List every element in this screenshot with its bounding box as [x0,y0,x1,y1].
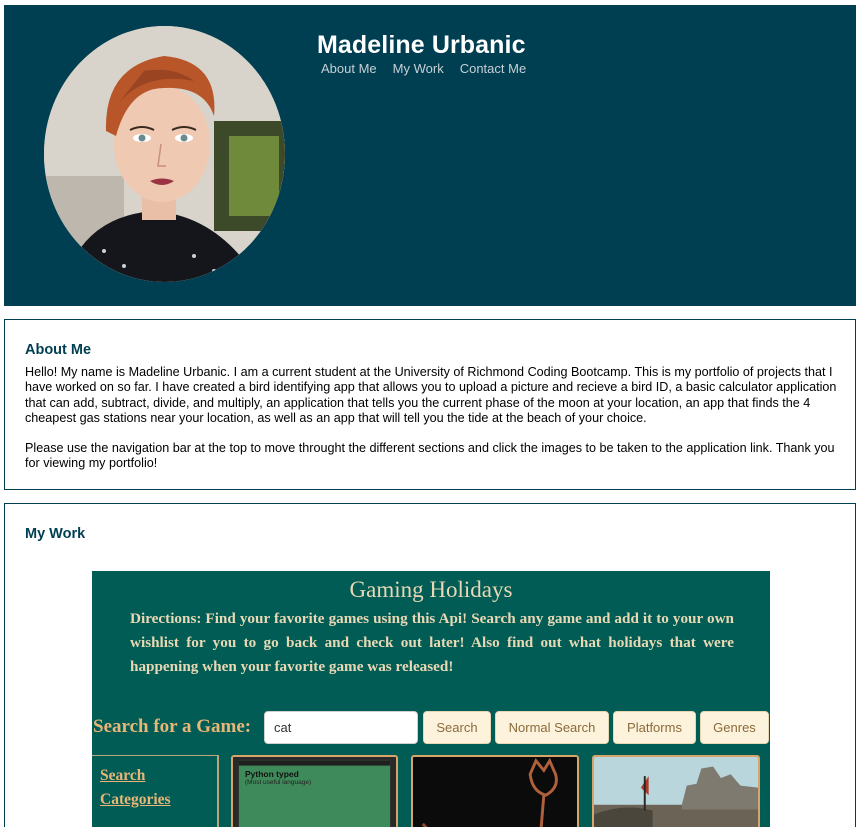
about-heading: About Me [25,342,92,358]
project-sidebar-link-categories: Categories [100,791,171,808]
about-paragraph-2: Please use the navigation bar at the top… [25,441,835,471]
project-sidebar: Search Categories [92,755,219,827]
game-card-1-subtitle: (Most useful language) [245,779,312,786]
work-heading: My Work [25,526,86,542]
project-search-row: Search for a Game: cat Search Normal Sea… [92,711,770,745]
profile-photo [44,26,285,282]
game-card-1-title: Python typed [245,769,299,779]
project-title: Gaming Holidays [349,577,513,602]
project-search-input: cat [264,711,418,744]
about-body: Hello! My name is Madeline Urbanic. I am… [25,365,837,472]
nav-link-my-work[interactable]: My Work [393,61,444,76]
project-genres-button: Genres [700,711,769,744]
project-search-button: Search [423,711,491,744]
about-paragraph-1: Hello! My name is Madeline Urbanic. I am… [25,365,837,425]
nav-link-about-me[interactable]: About Me [321,61,377,76]
project-game-card-1: Python typed (Most useful language) [231,755,398,827]
main-nav: About Me My Work Contact Me [321,61,526,76]
game-card-1-image [233,757,396,827]
project-game-card-2 [411,755,579,827]
profile-photo-image [44,26,285,282]
game-card-2-image [413,757,577,827]
project-directions: Directions: Find your favorite games usi… [130,610,734,675]
project-sidebar-link-search: Search [100,767,146,784]
project-normal-search-button: Normal Search [495,711,609,744]
site-title: Madeline Urbanic [317,31,526,59]
project-game-card-3 [592,755,760,827]
project-search-label: Search for a Game: [93,716,252,737]
game-card-3-image [594,757,758,827]
site-header: Madeline Urbanic About Me My Work Contac… [4,5,856,306]
nav-link-contact-me[interactable]: Contact Me [460,61,526,76]
project-screenshot-gaming-holidays[interactable]: Gaming Holidays Directions: Find your fa… [92,571,770,827]
project-platforms-button: Platforms [613,711,696,744]
work-section: My Work Gaming Holidays Directions: Find… [4,503,856,827]
about-section: About Me Hello! My name is Madeline Urba… [4,319,856,490]
